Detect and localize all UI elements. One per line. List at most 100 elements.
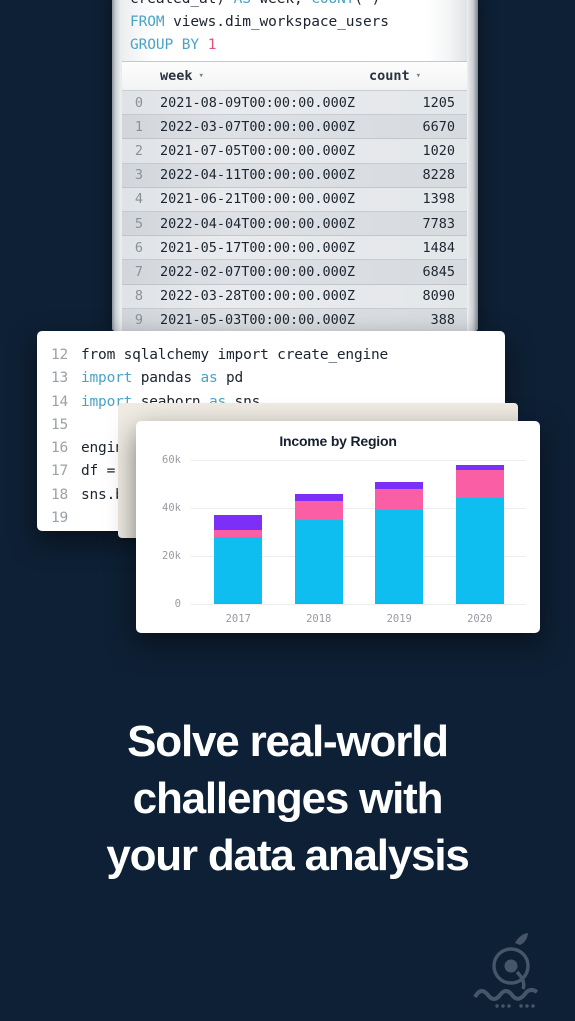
line-number: 19	[51, 510, 69, 527]
row-week: 2022-03-07T00:00:00.000Z	[160, 118, 356, 135]
row-week: 2022-04-04T00:00:00.000Z	[160, 215, 356, 232]
chart-bar	[294, 493, 343, 604]
line-number: 18	[51, 486, 69, 503]
row-count: 388	[430, 312, 455, 329]
table-row[interactable]: 2 2021-07-05T00:00:00.000Z 1020	[122, 139, 467, 164]
bar-segment	[375, 481, 424, 489]
gridline	[191, 604, 526, 605]
bar-segment	[214, 515, 263, 530]
row-count: 1020	[422, 142, 455, 159]
row-index: 2	[134, 142, 143, 159]
row-count: 8090	[422, 288, 455, 305]
code-token: GROUP BY	[130, 37, 200, 53]
x-axis-tick-label: 2018	[306, 613, 332, 625]
code-token: FROM	[130, 14, 165, 30]
chart-title: Income by Region	[279, 433, 397, 449]
table-row[interactable]: 9 2021-05-03T00:00:00.000Z 388	[122, 308, 467, 331]
table-row[interactable]: 3 2022-04-11T00:00:00.000Z 8228	[122, 163, 467, 188]
line-number: 12	[51, 347, 69, 363]
row-index: 8	[134, 288, 143, 305]
chevron-down-icon: ▾	[198, 71, 204, 81]
bar-segment	[214, 536, 263, 604]
chart-bar	[214, 515, 263, 604]
header-count-label: count	[369, 68, 410, 84]
headline-line-3: your data analysis	[106, 831, 470, 880]
row-index: 6	[134, 239, 143, 256]
table-row[interactable]: 7 2022-02-07T00:00:00.000Z 6845	[122, 260, 467, 285]
row-week: 2021-06-21T00:00:00.000Z	[160, 191, 356, 208]
row-week: 2021-05-17T00:00:00.000Z	[160, 239, 356, 256]
code-token: pandas	[132, 370, 201, 387]
bar-segment	[375, 488, 424, 511]
code-token: week,	[251, 0, 311, 7]
code-token: (*)	[354, 0, 380, 7]
row-count: 1398	[422, 191, 455, 208]
row-week: 2021-08-09T00:00:00.000Z	[160, 94, 356, 111]
code-token: from sqlalchemy import create_engine	[81, 347, 389, 363]
chart-bars	[198, 460, 520, 604]
chart-bar	[455, 464, 504, 604]
row-index: 9	[134, 312, 143, 329]
chart-bar	[375, 481, 424, 604]
bar-segment	[294, 500, 343, 520]
code-token: import	[81, 370, 133, 387]
bar-segment	[214, 529, 263, 537]
row-week: 2022-02-07T00:00:00.000Z	[160, 263, 356, 280]
x-axis-tick-label: 2017	[225, 613, 251, 625]
sql-code-block[interactable]: created_at) AS week, COUNT(*)FROM views.…	[130, 0, 458, 57]
results-table-header: week ▾ count ▾	[122, 62, 467, 91]
bar-segment	[455, 469, 504, 499]
y-axis-tick-label: 20k	[162, 550, 181, 562]
header-week-label: week	[160, 68, 193, 84]
results-rows: 0 2021-08-09T00:00:00.000Z 1205 1 2022-03-07…	[122, 91, 467, 331]
chevron-down-icon: ▾	[415, 71, 422, 81]
line-number: 16	[51, 440, 69, 457]
bar-segment	[455, 498, 504, 604]
table-row[interactable]: 5 2022-04-04T00:00:00.000Z 7783	[122, 211, 467, 237]
row-count: 8228	[422, 167, 455, 184]
row-week: 2021-05-03T00:00:00.000Z	[160, 312, 356, 329]
row-index: 5	[134, 215, 143, 232]
header-week[interactable]: week ▾	[152, 68, 359, 84]
bar-segment	[294, 493, 343, 501]
row-index: 7	[134, 263, 143, 280]
python-code-line: 13 import pandas as pd	[51, 367, 505, 390]
line-number: 15	[51, 416, 69, 433]
y-axis-tick-label: 40k	[162, 502, 181, 514]
table-row[interactable]: 4 2021-06-21T00:00:00.000Z 1398	[122, 187, 467, 212]
sql-code-line: GROUP BY 1	[130, 34, 458, 57]
table-row[interactable]: 0 2021-08-09T00:00:00.000Z 1205	[122, 91, 467, 116]
table-row[interactable]: 8 2022-03-28T00:00:00.000Z 8090	[122, 284, 467, 309]
chart-x-axis-labels: 2017 2018 2019 2020	[198, 613, 520, 625]
table-row[interactable]: 1 2022-03-07T00:00:00.000Z 6670	[122, 115, 467, 140]
results-table: week ▾ count ▾ 0 2021-08-09T00:00:00.000Z…	[122, 61, 467, 331]
y-axis-tick-label: 60k	[162, 454, 181, 466]
code-token: AS	[234, 0, 251, 7]
x-axis-tick-label: 2019	[386, 613, 412, 625]
table-row[interactable]: 6 2021-05-17T00:00:00.000Z 1484	[122, 236, 467, 261]
bar-segment	[375, 510, 424, 604]
row-week: 2022-03-28T00:00:00.000Z	[160, 288, 356, 305]
device-bezel-left	[112, 0, 121, 331]
x-axis-tick-label: 2020	[467, 613, 493, 625]
bar-segment	[294, 520, 343, 604]
row-week: 2022-04-11T00:00:00.000Z	[160, 167, 356, 184]
headline: Solve real-world challenges with your da…	[0, 713, 575, 884]
header-count[interactable]: count ▾	[359, 68, 467, 84]
sql-code-line: created_at) AS week, COUNT(*)	[130, 0, 458, 11]
python-code-line: 12 from sqlalchemy import create_engine	[51, 344, 505, 367]
headline-line-1: Solve real-world	[127, 717, 449, 766]
row-count: 6845	[422, 263, 455, 280]
line-number: 14	[51, 393, 69, 410]
code-token: created_at)	[130, 0, 234, 7]
row-count: 6670	[422, 118, 455, 135]
watermark-logo	[473, 933, 539, 1008]
device-bezel-right	[467, 0, 478, 331]
headline-line-2: challenges with	[132, 774, 444, 823]
sql-code-line: FROM views.dim_workspace_users	[130, 11, 458, 34]
row-index: 3	[134, 167, 143, 184]
row-index: 1	[134, 118, 143, 135]
code-token: as	[200, 370, 218, 387]
code-token: COUNT	[311, 0, 354, 7]
